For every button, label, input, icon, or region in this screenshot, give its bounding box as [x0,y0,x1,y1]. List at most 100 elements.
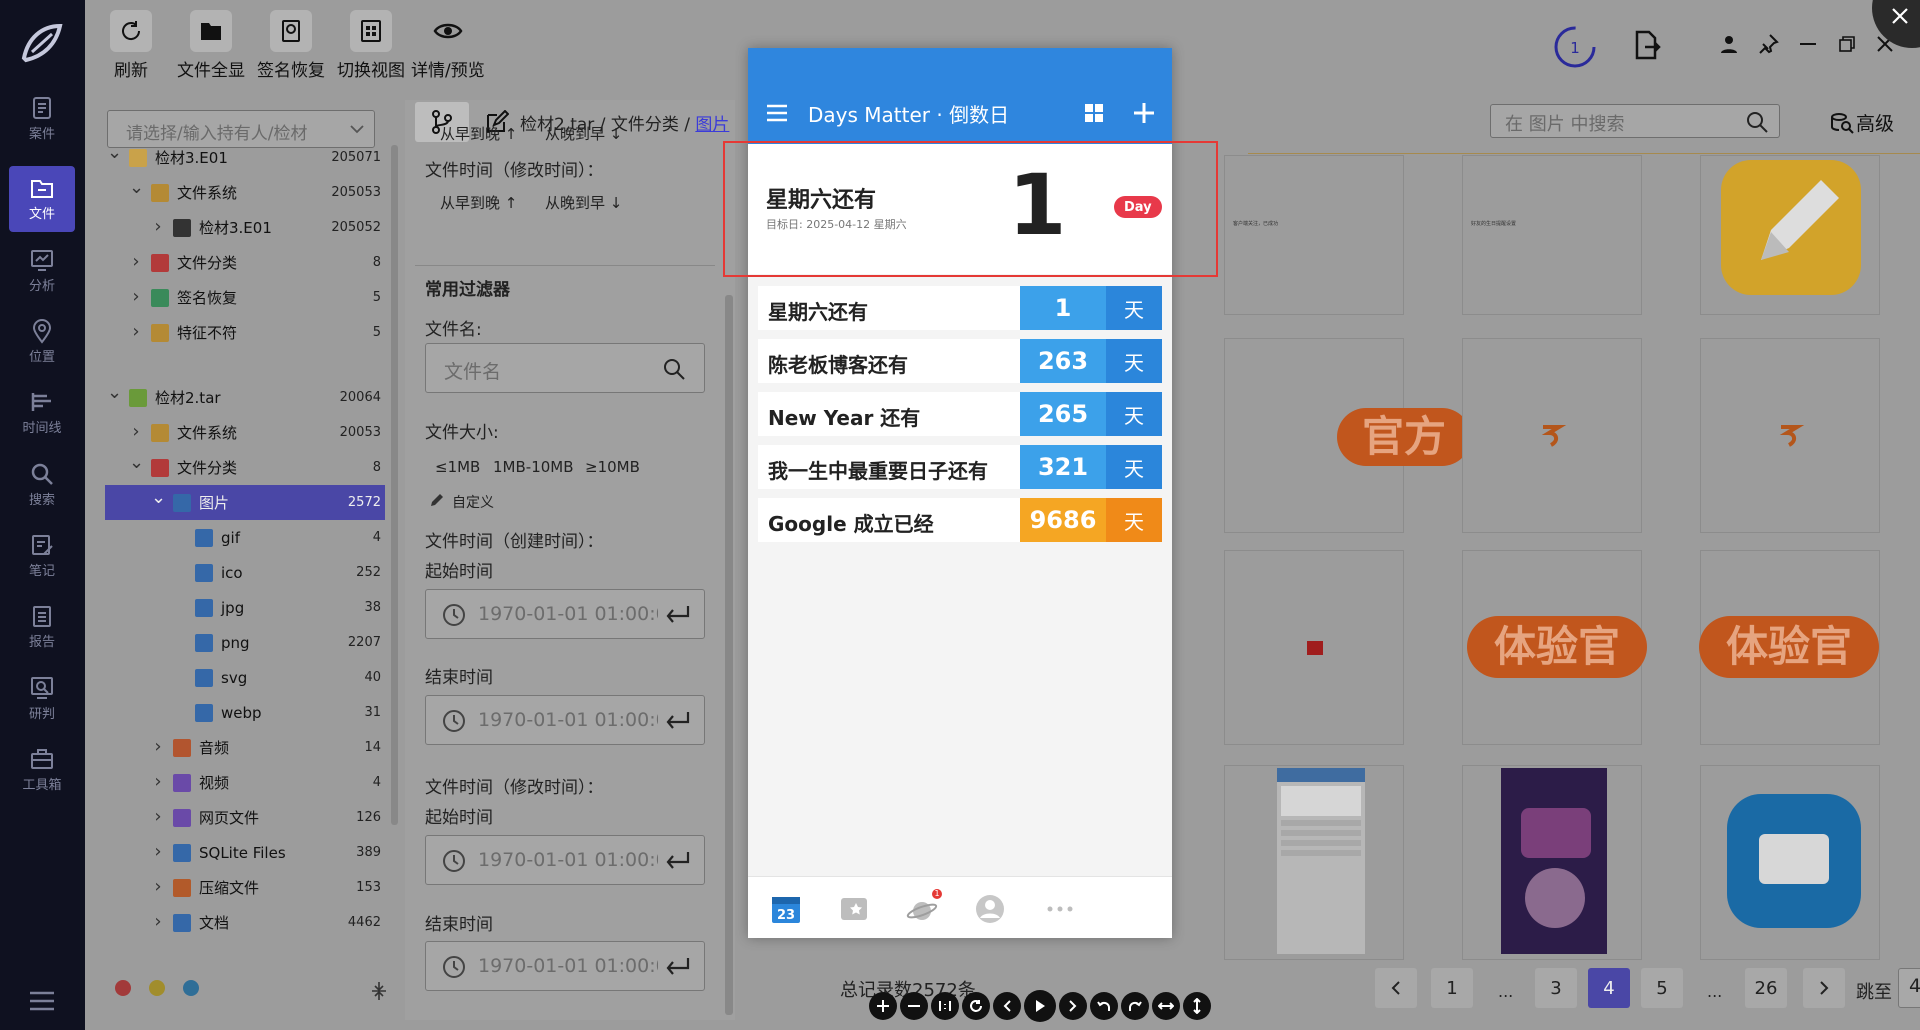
zoom-in-button[interactable] [869,992,897,1020]
page-1[interactable]: 1 [1431,968,1473,1008]
sort-early-top[interactable]: 从早到晚 ↑ [440,123,517,144]
size-option-large[interactable]: ≥10MB [585,458,640,476]
tree-row[interactable]: › 文件系统 20053 [95,415,395,450]
flip-vertical-button[interactable] [1183,992,1211,1020]
tree-row[interactable]: › 签名恢复 5 [95,280,395,315]
thumb-cell[interactable] [1224,550,1404,745]
next-page-button[interactable] [1803,968,1845,1008]
page-26[interactable]: 26 [1745,968,1787,1008]
rail-item-search[interactable]: 搜索 [9,452,75,518]
tree-row[interactable]: › 网页文件 126 [95,800,395,835]
enter-icon[interactable] [664,604,690,626]
rail-item-case[interactable]: 案件 [9,86,75,152]
user-icon[interactable] [1719,34,1739,54]
thumb-cell[interactable] [1224,765,1404,960]
show-all-files-button[interactable]: 文件全显 [177,10,245,81]
filename-input[interactable]: 文件名 [425,343,705,393]
rotate-left-button[interactable] [1090,992,1118,1020]
thumb-cell[interactable]: 好友的生日提醒设置 [1462,155,1642,315]
tree-row[interactable]: › 音频 14 [95,730,395,765]
tree-row[interactable]: png 2207 [95,625,395,660]
refresh-button[interactable]: 刷新 [110,10,152,81]
page-3[interactable]: 3 [1535,968,1577,1008]
mtime-start-input[interactable]: 1970-01-01 01:00:00 [425,835,705,885]
thumb-cell[interactable] [1700,765,1880,960]
tab-discover[interactable]: 1 [906,889,942,925]
thumb-cell[interactable]: 体验官 [1462,550,1647,745]
chevron-right-icon[interactable]: › [151,876,165,897]
size-option-small[interactable]: ≤1MB [435,458,480,476]
chevron-down-icon[interactable]: ⌄ [107,382,122,403]
minimize-icon[interactable] [1798,34,1818,54]
tree-row[interactable]: ⌄ 文件系统 205053 [95,175,395,210]
chevron-right-icon[interactable]: › [129,321,143,342]
tab-more[interactable] [1044,893,1076,925]
prev-image-button[interactable] [993,992,1021,1020]
enter-icon[interactable] [664,956,690,978]
chevron-down-icon[interactable]: ⌄ [107,142,122,163]
ctime-start-input[interactable]: 1970-01-01 01:00:00 [425,589,705,639]
tree-row[interactable]: ico 252 [95,555,395,590]
event-row[interactable]: 陈老板博客还有 263 天 [758,339,1162,383]
tree-row[interactable]: ⌄ 检材3.E01 205071 [95,140,395,175]
export-icon[interactable] [1633,30,1661,60]
play-button[interactable] [1024,990,1056,1022]
chevron-right-icon[interactable]: › [129,286,143,307]
tree-row[interactable]: gif 4 [95,520,395,555]
restore-icon[interactable] [1837,34,1857,54]
event-row[interactable]: 星期六还有 1 天 [758,286,1162,330]
tree-row[interactable]: › 检材3.E01 205052 [95,210,395,245]
custom-size-button[interactable]: 自定义 [452,492,494,512]
tree-row[interactable]: › SQLite Files 389 [95,835,395,870]
page-5[interactable]: 5 [1641,968,1683,1008]
event-row[interactable]: Google 成立已经 9686 天 [758,498,1162,542]
thumb-cell[interactable] [1462,765,1642,960]
thumb-cell[interactable]: 客户端关注，已成功 [1224,155,1404,315]
signature-restore-button[interactable]: 签名恢复 [257,10,325,81]
event-row[interactable]: New Year 还有 265 天 [758,392,1162,436]
ctime-end-input[interactable]: 1970-01-01 01:00:00 [425,695,705,745]
zoom-out-button[interactable] [900,992,928,1020]
tree-row[interactable]: ⌄ 图片 2572 [105,485,385,520]
menu-icon[interactable] [28,990,56,1012]
tab-favorites[interactable] [838,893,870,925]
chevron-down-icon[interactable]: ⌄ [129,177,144,198]
advanced-search-button[interactable]: 高级 [1830,109,1894,136]
tree-row[interactable]: › 文件分类 8 [95,245,395,280]
prev-page-button[interactable] [1375,968,1417,1008]
gallery-search-input[interactable]: 在 图片 中搜索 [1490,104,1780,138]
rail-item-analysis[interactable]: 分析 [9,238,75,304]
event-row[interactable]: 我一生中最重要日子还有 321 天 [758,445,1162,489]
size-option-medium[interactable]: 1MB-10MB [493,458,574,476]
rail-item-toolbox[interactable]: 工具箱 [9,737,75,803]
chevron-down-icon[interactable]: ⌄ [129,452,144,473]
rail-item-note[interactable]: 笔记 [9,523,75,589]
yellow-dot[interactable] [149,980,165,996]
sort-late-button[interactable]: 从晚到早 ↓ [545,192,622,213]
search-icon[interactable] [662,357,686,381]
tab-profile[interactable] [974,893,1006,925]
thumb-cell[interactable] [1462,338,1642,533]
enter-icon[interactable] [664,710,690,732]
reset-button[interactable] [962,992,990,1020]
actual-size-button[interactable] [931,992,959,1020]
thumb-cell[interactable]: 体验官 [1699,550,1880,745]
hamburger-icon[interactable] [766,104,788,122]
tree-row[interactable]: › 压缩文件 153 [95,870,395,905]
page-4[interactable]: 4 [1588,968,1630,1008]
switch-view-button[interactable]: 切换视图 [337,10,405,81]
tree-row[interactable]: svg 40 [95,660,395,695]
mtime-end-input[interactable]: 1970-01-01 01:00:00 [425,941,705,991]
tree-row[interactable]: ⌄ 文件分类 8 [95,450,395,485]
chevron-right-icon[interactable]: › [151,911,165,932]
add-icon[interactable] [1132,101,1156,125]
tree-row[interactable]: › 特征不符 5 [95,315,395,350]
search-icon[interactable] [1745,110,1769,134]
tree-row[interactable]: jpg 38 [95,590,395,625]
chevron-down-icon[interactable]: ⌄ [151,487,166,508]
tab-calendar[interactable]: 23 [770,893,802,925]
chevron-right-icon[interactable]: › [151,216,165,237]
tree-row[interactable]: › 视频 4 [95,765,395,800]
chevron-right-icon[interactable]: › [151,841,165,862]
next-image-button[interactable] [1059,992,1087,1020]
